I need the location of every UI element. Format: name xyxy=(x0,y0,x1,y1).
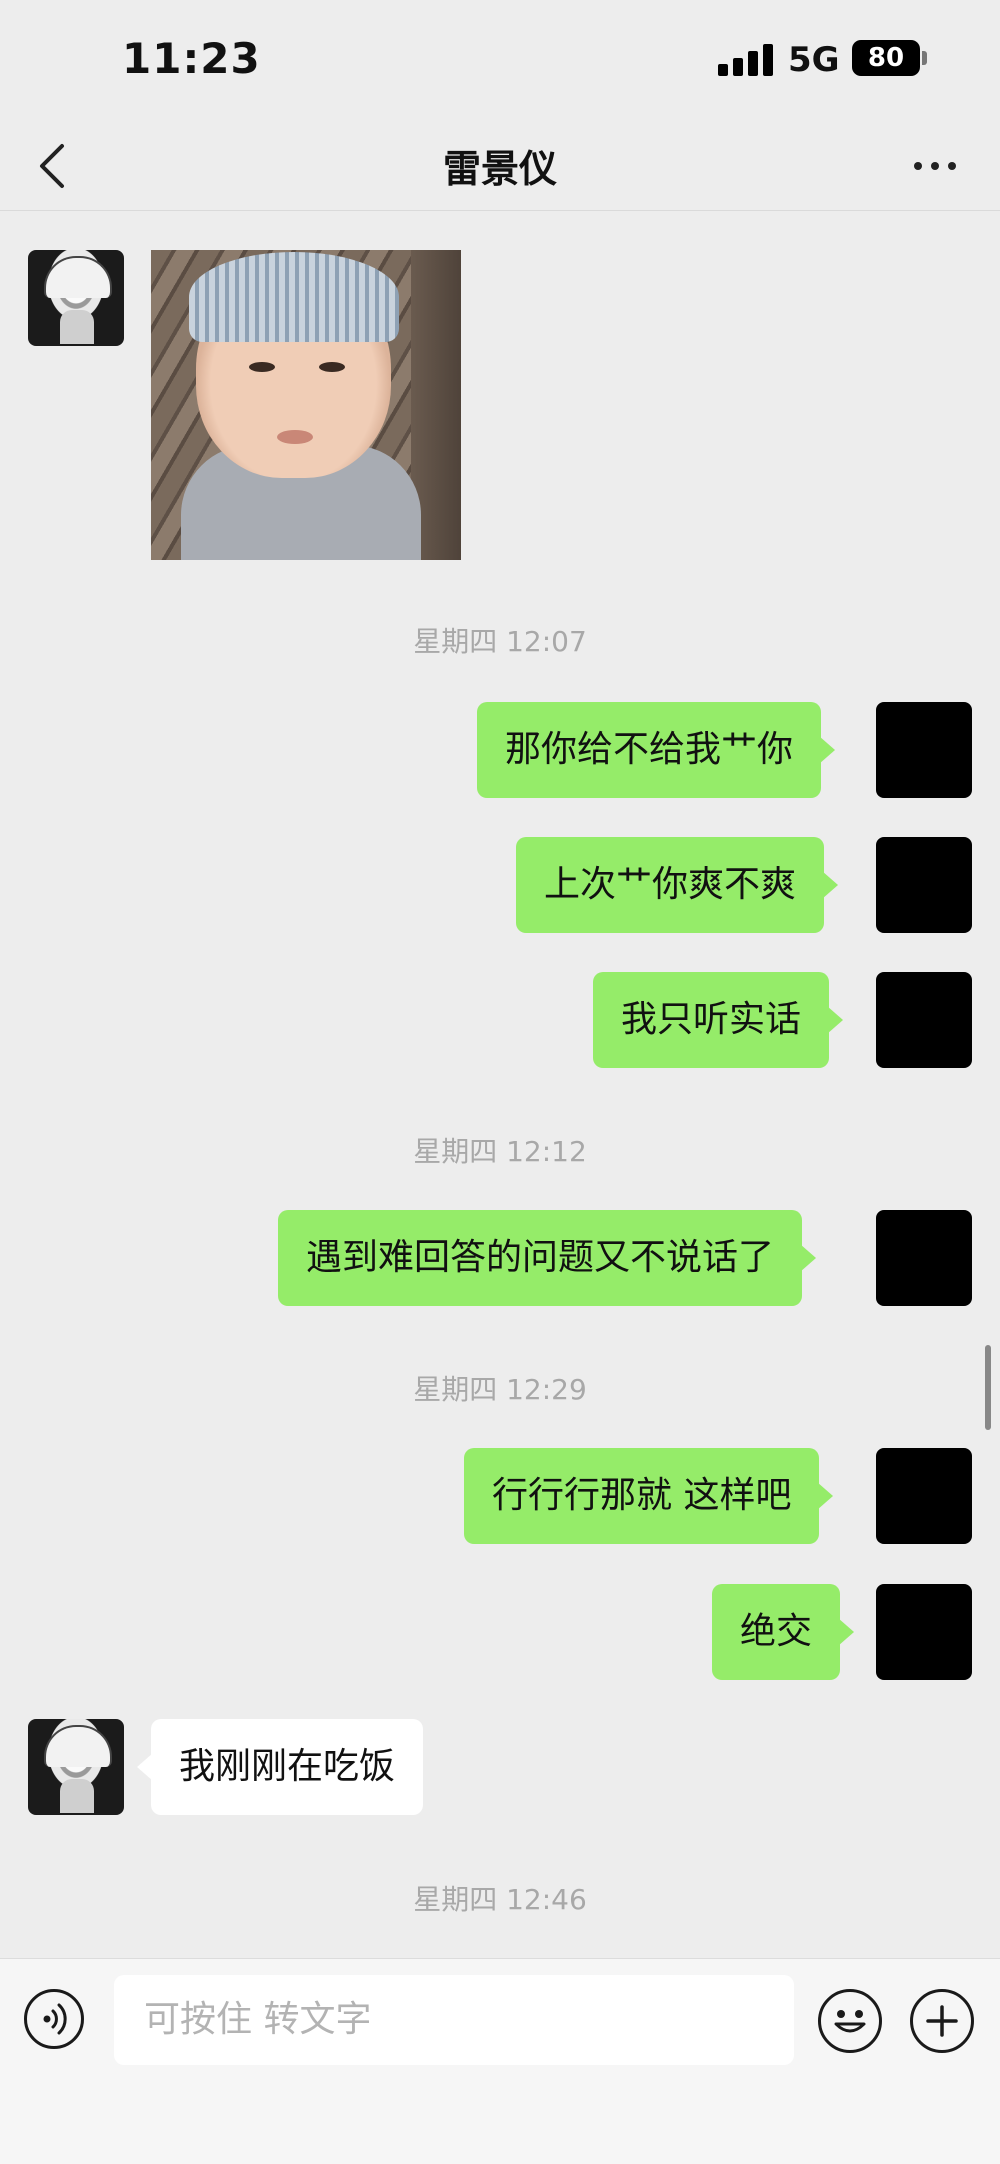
message-timestamp: 星期四 12:12 xyxy=(413,1135,587,1168)
message-input[interactable]: 可按住 转文字 xyxy=(114,1975,794,2065)
sent-message-bubble[interactable]: 上次艹你爽不爽 xyxy=(516,837,839,933)
received-photo[interactable] xyxy=(151,250,461,560)
sent-message-bubble[interactable]: 遇到难回答的问题又不说话了 xyxy=(278,1210,817,1306)
sent-message-bubble[interactable]: 绝交 xyxy=(712,1584,855,1680)
scrollbar[interactable] xyxy=(985,1345,991,1430)
header-divider xyxy=(0,210,1000,211)
my-avatar[interactable] xyxy=(876,837,972,933)
my-avatar[interactable] xyxy=(876,1584,972,1680)
plus-icon[interactable] xyxy=(910,1989,974,2053)
more-dots-icon[interactable] xyxy=(900,142,970,190)
my-avatar[interactable] xyxy=(876,1448,972,1544)
my-avatar[interactable] xyxy=(876,972,972,1068)
contact-avatar[interactable] xyxy=(28,250,124,346)
chat-title: 雷景仪 xyxy=(442,147,557,191)
battery-icon: 80 xyxy=(852,40,920,76)
message-timestamp: 星期四 12:29 xyxy=(413,1373,587,1406)
message-timestamp: 星期四 12:07 xyxy=(413,625,587,658)
status-bar: 11:23 5G 80 xyxy=(0,0,1000,120)
battery-tip xyxy=(922,51,927,65)
contact-avatar[interactable] xyxy=(28,1719,124,1815)
my-avatar[interactable] xyxy=(876,1210,972,1306)
sent-message-bubble[interactable]: 行行行那就 这样吧 xyxy=(464,1448,834,1544)
emoji-icon[interactable] xyxy=(818,1989,882,2053)
received-message-bubble[interactable]: 我刚刚在吃饭 xyxy=(136,1719,424,1815)
status-time: 11:23 xyxy=(122,34,261,83)
network-type: 5G xyxy=(788,40,840,80)
input-placeholder: 可按住 转文字 xyxy=(144,1999,372,2040)
message-timestamp: 星期四 12:46 xyxy=(413,1883,587,1916)
chat-header: 雷景仪 xyxy=(0,120,1000,212)
voice-icon[interactable] xyxy=(24,1989,84,2049)
my-avatar[interactable] xyxy=(876,702,972,798)
input-bar: 可按住 转文字 xyxy=(0,1958,1000,2164)
signal-icon xyxy=(718,44,776,76)
battery-level: 80 xyxy=(867,43,905,73)
sent-message-bubble[interactable]: 我只听实话 xyxy=(593,972,844,1068)
sent-message-bubble[interactable]: 那你给不给我艹你 xyxy=(477,702,836,798)
